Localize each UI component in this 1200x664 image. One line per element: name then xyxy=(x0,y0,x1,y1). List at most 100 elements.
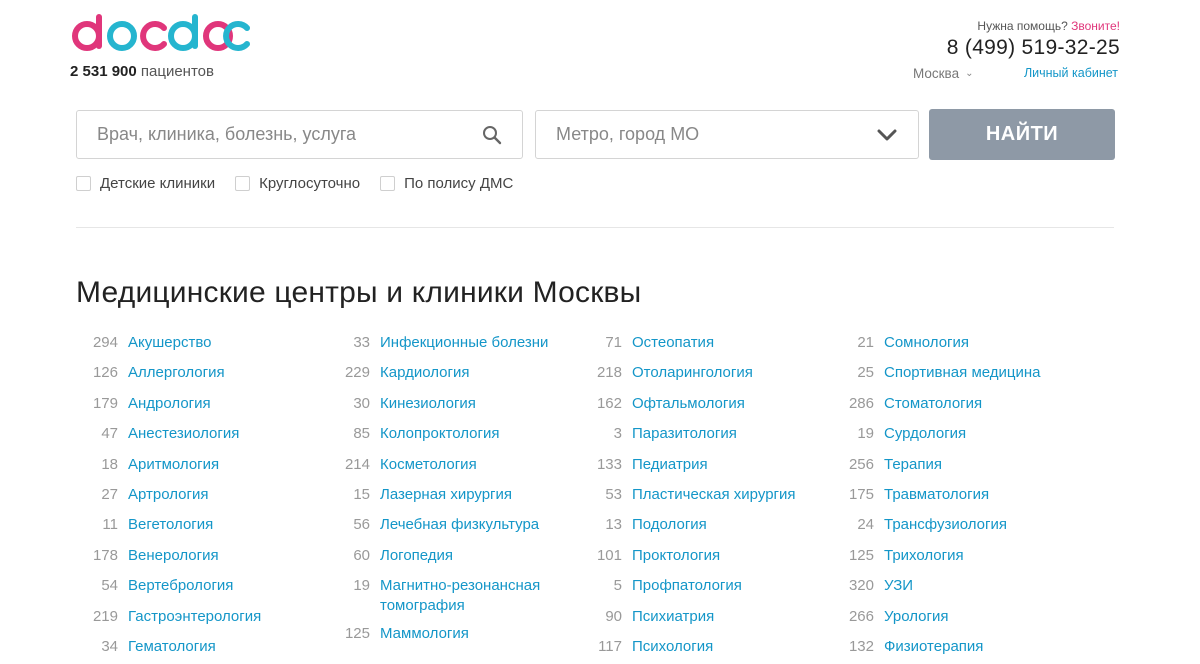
specialty-link[interactable]: Физиотерапия xyxy=(884,637,983,657)
specialty-link[interactable]: Кардиология xyxy=(380,363,469,383)
specialty-link[interactable]: Отоларингология xyxy=(632,363,753,383)
specialty-link[interactable]: Кинезиология xyxy=(380,394,476,414)
specialty-link[interactable]: УЗИ xyxy=(884,576,913,596)
clinic-count: 54 xyxy=(101,577,118,595)
call-link[interactable]: Звоните! xyxy=(1071,19,1120,33)
list-item: 162 Офтальмология xyxy=(580,394,820,414)
chevron-down-icon: ⌄ xyxy=(965,68,974,79)
phone-number[interactable]: 8 (499) 519-32-25 xyxy=(947,36,1120,60)
specialty-link[interactable]: Гастроэнтерология xyxy=(128,607,261,627)
specialty-link[interactable]: Вегетология xyxy=(128,515,213,535)
clinic-count: 34 xyxy=(101,637,118,655)
specialty-link[interactable]: Андрология xyxy=(128,394,211,414)
specialty-link[interactable]: Пластическая хирургия xyxy=(632,485,796,505)
specialty-link[interactable]: Артрология xyxy=(128,485,208,505)
clinic-count: 218 xyxy=(596,364,622,382)
checkbox[interactable] xyxy=(380,176,396,191)
specialty-link[interactable]: Инфекционные болезни xyxy=(380,333,548,353)
list-item: 90 Психиатрия xyxy=(580,607,820,627)
list-item: 21 Сомнология xyxy=(832,333,1072,353)
list-item: 133 Педиатрия xyxy=(580,455,820,475)
list-item: 320 УЗИ xyxy=(832,576,1072,596)
clinic-count: 15 xyxy=(353,485,370,503)
checkbox[interactable] xyxy=(76,176,91,191)
clinic-count: 320 xyxy=(848,577,874,595)
clinic-count: 178 xyxy=(92,546,118,564)
specialty-link[interactable]: Гематология xyxy=(128,637,216,657)
find-button[interactable]: НАЙТИ xyxy=(929,109,1115,160)
list-item: 34 Гематология xyxy=(76,637,316,657)
logo-graphic xyxy=(72,14,250,51)
personal-account-link[interactable]: Личный кабинет xyxy=(1024,66,1118,80)
specialty-link[interactable]: Аллергология xyxy=(128,363,225,383)
list-item: 19 Сурдология xyxy=(832,424,1072,444)
clinic-count: 219 xyxy=(92,607,118,625)
list-item: 266 Урология xyxy=(832,607,1072,627)
list-item: 219 Гастроэнтерология xyxy=(76,607,316,627)
specialty-link[interactable]: Анестезиология xyxy=(128,424,239,444)
help-text: Нужна помощь? xyxy=(977,19,1068,33)
specialty-link[interactable]: Трихология xyxy=(884,546,964,566)
specialty-link[interactable]: Паразитология xyxy=(632,424,737,444)
list-item: 25 Спортивная медицина xyxy=(832,363,1072,383)
specialty-link[interactable]: Косметология xyxy=(380,455,477,475)
clinic-count: 179 xyxy=(92,394,118,412)
city-label: Москва xyxy=(913,66,960,81)
list-item: 47 Анестезиология xyxy=(76,424,316,444)
specialty-link[interactable]: Колопроктология xyxy=(380,424,500,444)
specialty-link[interactable]: Сурдология xyxy=(884,424,966,444)
docdoc-logo[interactable] xyxy=(70,10,250,60)
clinic-count: 11 xyxy=(102,516,118,534)
clinic-count: 133 xyxy=(596,455,622,473)
specialty-link[interactable]: Подология xyxy=(632,515,707,535)
specialty-link[interactable]: Акушерство xyxy=(128,333,211,353)
specialty-link[interactable]: Психиатрия xyxy=(632,607,714,627)
specialty-link[interactable]: Логопедия xyxy=(380,546,453,566)
chevron-down-icon[interactable] xyxy=(876,128,898,142)
specialty-link[interactable]: Офтальмология xyxy=(632,394,745,414)
search-input[interactable] xyxy=(97,124,482,145)
filter-label: По полису ДМС xyxy=(404,175,514,192)
patients-counter: 2 531 900 пациентов xyxy=(70,63,214,80)
specialty-link[interactable]: Травматология xyxy=(884,485,989,505)
filter-kids-clinics[interactable]: Детские клиники xyxy=(76,175,215,192)
list-item: 18 Аритмология xyxy=(76,455,316,475)
specialty-link[interactable]: Остеопатия xyxy=(632,333,714,353)
specialty-link[interactable]: Стоматология xyxy=(884,394,982,414)
specialty-link[interactable]: Проктология xyxy=(632,546,720,566)
list-item: 229 Кардиология xyxy=(328,363,568,383)
filter-dms[interactable]: По полису ДМС xyxy=(380,175,513,192)
list-item: 13 Подология xyxy=(580,515,820,535)
metro-input[interactable] xyxy=(556,124,876,145)
specialty-link[interactable]: Терапия xyxy=(884,455,942,475)
clinic-count: 27 xyxy=(101,485,118,503)
specialty-link[interactable]: Трансфузиология xyxy=(884,515,1007,535)
clinic-count: 13 xyxy=(605,516,622,534)
specialty-link[interactable]: Педиатрия xyxy=(632,455,708,475)
specialty-link[interactable]: Профпатология xyxy=(632,576,742,596)
list-item: 5 Профпатология xyxy=(580,576,820,596)
specialty-link[interactable]: Урология xyxy=(884,607,948,627)
specialty-column-1: 294 Акушерство 126 Аллергология 179 Андроло… xyxy=(76,333,316,664)
checkbox[interactable] xyxy=(235,176,251,191)
filter-24h[interactable]: Круглосуточно xyxy=(235,175,360,192)
specialty-link[interactable]: Лазерная хирургия xyxy=(380,485,512,505)
specialty-link[interactable]: Сомнология xyxy=(884,333,969,353)
clinic-count: 53 xyxy=(605,485,622,503)
specialty-link[interactable]: Аритмология xyxy=(128,455,219,475)
specialty-link[interactable]: Спортивная медицина xyxy=(884,363,1041,383)
specialty-link[interactable]: Вертебрология xyxy=(128,576,233,596)
clinic-count: 256 xyxy=(848,455,874,473)
clinic-count: 229 xyxy=(344,364,370,382)
list-item: 218 Отоларингология xyxy=(580,363,820,383)
clinic-count: 126 xyxy=(92,364,118,382)
search-icon[interactable] xyxy=(482,125,502,145)
specialty-link[interactable]: Магнитно-резонансная томография xyxy=(380,576,565,616)
list-item: 286 Стоматология xyxy=(832,394,1072,414)
specialty-link[interactable]: Психология xyxy=(632,637,713,657)
specialty-link[interactable]: Маммология xyxy=(380,624,469,644)
city-selector[interactable]: Москва ⌄ xyxy=(913,66,973,81)
specialty-link[interactable]: Венерология xyxy=(128,546,219,566)
list-item: 125 Трихология xyxy=(832,546,1072,566)
specialty-link[interactable]: Лечебная физкультура xyxy=(380,515,539,535)
